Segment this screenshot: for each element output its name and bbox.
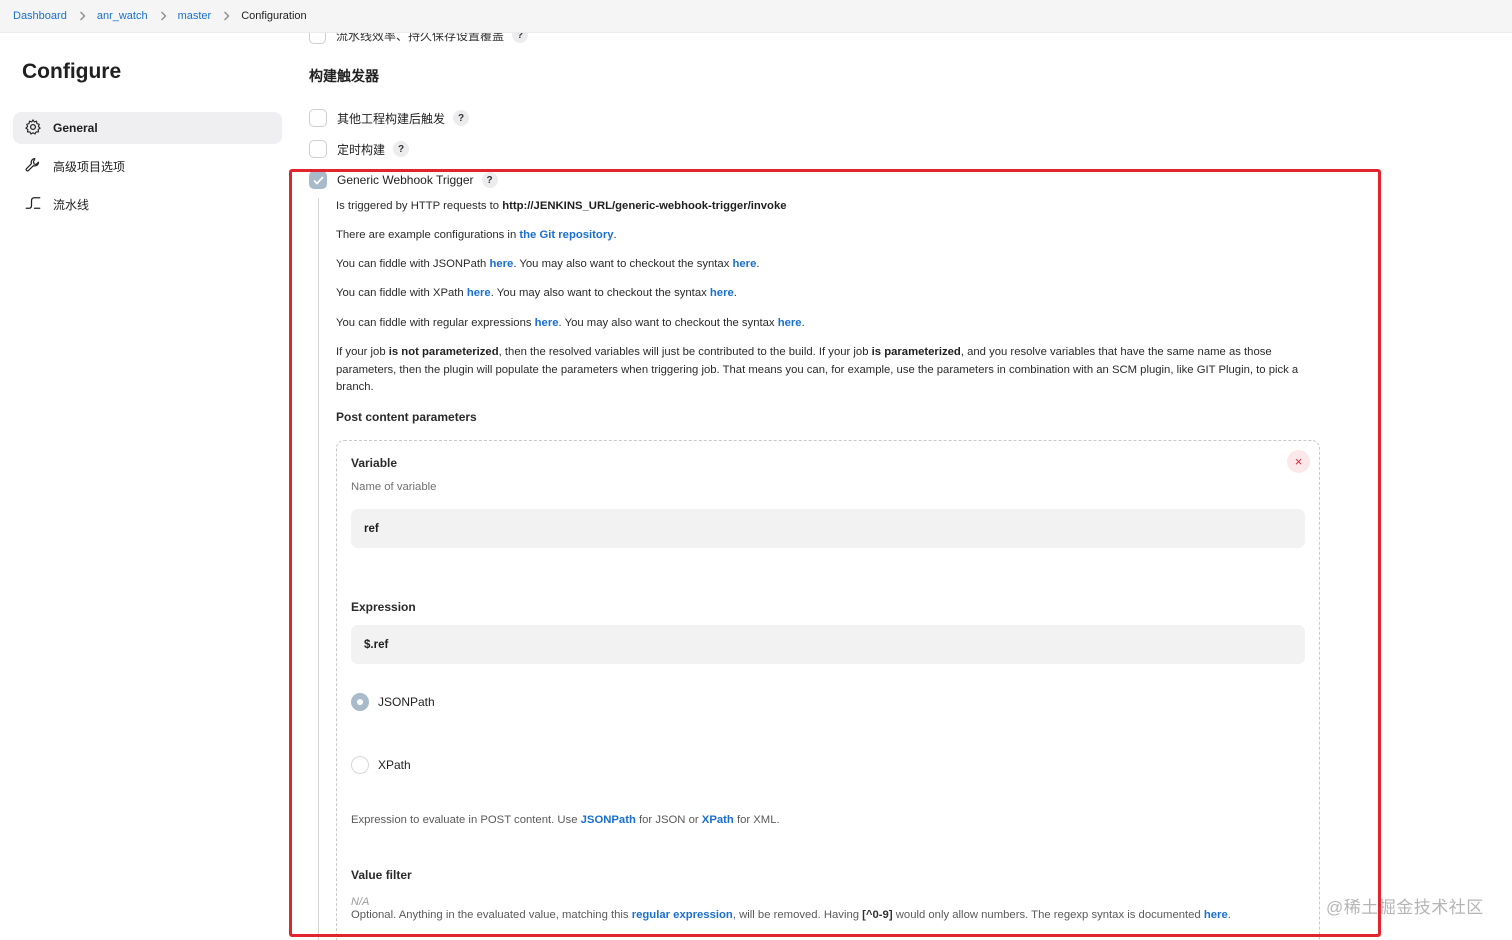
text: You can fiddle with JSONPath [336, 258, 490, 270]
page-title: Configure [22, 60, 122, 83]
jsonpath-fiddle-line: You can fiddle with JSONPath here. You m… [336, 256, 1326, 274]
radio-button-selected[interactable] [351, 693, 369, 711]
text: There are example configurations in [336, 229, 520, 241]
radio-label: JSONPath [378, 695, 435, 709]
expression-input[interactable] [351, 625, 1305, 664]
regexp-syntax-link[interactable]: here [1204, 909, 1228, 921]
radio-jsonpath[interactable]: JSONPath [351, 693, 435, 711]
regex-fiddle-line: You can fiddle with regular expressions … [336, 315, 1326, 333]
examples-line: There are example configurations in the … [336, 227, 1326, 245]
gear-icon [24, 118, 53, 139]
text: would only allow numbers. The regexp syn… [892, 909, 1204, 921]
trigger-generic-webhook[interactable]: Generic Webhook Trigger ? [309, 171, 498, 189]
xpath-fiddle-line: You can fiddle with XPath here. You may … [336, 285, 1326, 303]
text: . [756, 258, 760, 270]
invoke-url: http://JENKINS_URL/generic-webhook-trigg… [502, 200, 787, 212]
xpath-fiddle-link[interactable]: here [467, 287, 491, 299]
text: , will be removed. Having [732, 909, 863, 921]
wrench-icon [24, 156, 53, 177]
chevron-right-icon [79, 11, 86, 21]
text: Expression to evaluate in POST content. … [351, 814, 581, 826]
sidebar-item-label: General [53, 121, 98, 135]
sidebar-item-label: 流水线 [53, 197, 90, 212]
trigger-url-line: Is triggered by HTTP requests to http://… [336, 198, 1326, 216]
trigger-after-other-projects[interactable]: 其他工程构建后触发 ? [309, 109, 470, 127]
jsonpath-fiddle-link[interactable]: here [489, 258, 513, 270]
radio-xpath[interactable]: XPath [351, 756, 411, 774]
git-repository-link[interactable]: the Git repository [519, 229, 613, 241]
nested-section-line [318, 198, 319, 940]
parameterized-paragraph: If your job is not parameterized, then t… [336, 344, 1326, 397]
text: , then the resolved variables will just … [498, 346, 872, 358]
checkbox-label: Generic Webhook Trigger [337, 173, 474, 187]
text: . [1227, 909, 1231, 921]
section-title-build-triggers: 构建触发器 [309, 68, 379, 84]
text: for JSON or [635, 814, 702, 826]
pipeline-icon [24, 194, 53, 215]
regex-fiddle-link[interactable]: here [535, 317, 559, 329]
expression-hint: Expression to evaluate in POST content. … [351, 814, 780, 826]
sidebar-item-label: 高级项目选项 [53, 159, 126, 174]
breadcrumb: Dashboard anr_watch master Configuration [0, 0, 1512, 33]
regular-expression-link[interactable]: regular expression [632, 909, 733, 921]
jsonpath-syntax-link[interactable]: here [732, 258, 756, 270]
text: Optional. Anything in the evaluated valu… [351, 909, 632, 921]
text: You can fiddle with regular expressions [336, 317, 535, 329]
breadcrumb-project[interactable]: anr_watch [97, 10, 148, 22]
regex-example: [^0-9] [862, 909, 893, 921]
text: . [733, 287, 737, 299]
checkbox[interactable] [309, 109, 327, 127]
xpath-link[interactable]: XPath [702, 814, 734, 826]
text: . You may also want to checkout the synt… [490, 287, 710, 299]
variable-label: Variable [351, 456, 398, 470]
text-bold: is parameterized [871, 346, 961, 358]
radio-label: XPath [378, 758, 411, 772]
post-content-parameters-title: Post content parameters [336, 410, 477, 424]
text: . You may also want to checkout the synt… [558, 317, 778, 329]
checkbox-label: 其他工程构建后触发 [337, 111, 446, 126]
help-icon[interactable]: ? [393, 141, 410, 157]
chevron-right-icon [160, 11, 167, 21]
help-icon[interactable]: ? [453, 110, 470, 126]
text: . [801, 317, 805, 329]
sidebar-item-advanced[interactable]: 高级项目选项 [13, 150, 282, 182]
trigger-periodic-build[interactable]: 定时构建 ? [309, 140, 410, 158]
text: . [613, 229, 617, 241]
xpath-syntax-link[interactable]: here [710, 287, 734, 299]
sidebar: General 高级项目选项 流水线 [13, 112, 282, 226]
text: Is triggered by HTTP requests to [336, 200, 503, 212]
text: If your job [336, 346, 389, 358]
sidebar-item-general[interactable]: General [13, 112, 282, 144]
radio-button[interactable] [351, 756, 369, 774]
checkmark-icon [312, 175, 324, 185]
chevron-right-icon [223, 11, 230, 21]
breadcrumb-branch[interactable]: master [178, 10, 212, 22]
value-filter-label: Value filter [351, 868, 412, 882]
variable-input[interactable] [351, 509, 1305, 548]
expression-label: Expression [351, 600, 416, 614]
breadcrumb-dashboard[interactable]: Dashboard [13, 10, 67, 22]
checkbox[interactable] [309, 140, 327, 158]
checkbox-label: 定时构建 [337, 142, 386, 157]
help-icon[interactable]: ? [481, 172, 498, 188]
value-filter-hint: Optional. Anything in the evaluated valu… [351, 909, 1231, 921]
text: . You may also want to checkout the synt… [513, 258, 733, 270]
variable-help: Name of variable [351, 481, 437, 493]
value-filter-placeholder[interactable]: N/A [351, 896, 369, 908]
text: You can fiddle with XPath [336, 287, 467, 299]
text: for XML. [733, 814, 780, 826]
watermark: @稀土掘金技术社区 [1326, 898, 1484, 917]
regex-syntax-link[interactable]: here [778, 317, 802, 329]
sidebar-item-pipeline[interactable]: 流水线 [13, 188, 282, 220]
jsonpath-link[interactable]: JSONPath [581, 814, 636, 826]
checkbox-checked[interactable] [309, 171, 327, 189]
delete-parameter-button[interactable]: × [1287, 450, 1310, 473]
text-bold: is not parameterized [388, 346, 499, 358]
breadcrumb-current: Configuration [241, 10, 307, 22]
